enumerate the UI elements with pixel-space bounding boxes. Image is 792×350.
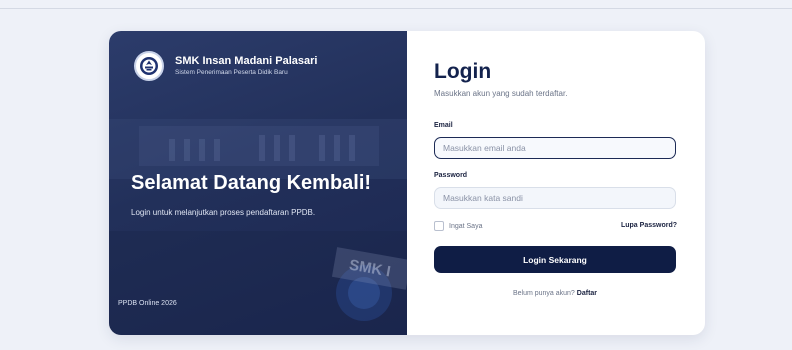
page-title: Login: [434, 60, 492, 83]
login-form-panel: Login Masukkan akun yang sudah terdaftar…: [407, 31, 705, 335]
remember-label: Ingat Saya: [449, 222, 483, 230]
top-divider: [0, 8, 792, 9]
register-prompt-text: Belum punya akun?: [512, 290, 575, 297]
remember-me[interactable]: Ingat Saya: [434, 221, 482, 231]
school-tagline: Sistem Penerimaan Peserta Didik Baru: [175, 69, 288, 76]
login-card: SMK I SMK Insan Madani Palasari Sistem P…: [109, 31, 705, 335]
welcome-subtitle: Login untuk melanjutkan proses pendaftar…: [131, 208, 316, 217]
form-subtitle: Masukkan akun yang sudah terdaftar.: [434, 89, 568, 98]
password-field[interactable]: [434, 187, 676, 209]
school-logo-icon: [134, 51, 164, 81]
email-field[interactable]: [434, 137, 676, 159]
brand: SMK Insan Madani Palasari Sistem Penerim…: [134, 51, 317, 81]
hero-panel: SMK I SMK Insan Madani Palasari Sistem P…: [109, 31, 407, 335]
register-prompt: Belum punya akun? Daftar: [434, 290, 676, 297]
ppdb-footer: PPDB Online 2026: [118, 300, 177, 307]
email-label: Email: [434, 122, 453, 129]
remember-checkbox[interactable]: [434, 221, 444, 231]
register-link[interactable]: Daftar: [577, 290, 597, 297]
school-name: SMK Insan Madani Palasari: [175, 55, 318, 67]
password-label: Password: [434, 172, 468, 179]
login-button[interactable]: Login Sekarang: [434, 246, 676, 273]
forgot-password-link[interactable]: Lupa Password?: [621, 222, 677, 229]
welcome-heading: Selamat Datang Kembali!: [131, 172, 372, 194]
